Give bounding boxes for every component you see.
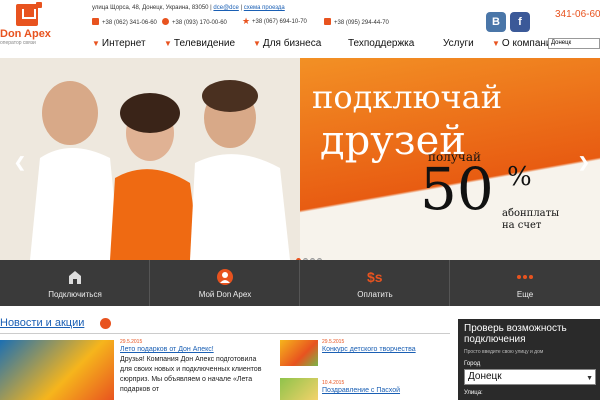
coverage-title: Проверь возможность подключения [464,323,567,345]
news-heading[interactable]: Новости и акции [0,317,84,329]
news-date: 29.5.2015 [322,339,345,345]
quick-actions: Подключиться Мой Don Apex $s Оплатить Ещ… [0,260,600,306]
facebook-icon[interactable]: f [510,12,530,32]
news-title[interactable]: Конкурс детского творчества [322,346,416,353]
street-label: Улица: [464,390,483,396]
menu-item-services[interactable]: Услуги [443,38,474,49]
email-link[interactable]: dce@dce [213,5,238,11]
news-image[interactable] [280,378,318,400]
banner-pagination [296,250,324,260]
banner-note: абонплаты на счет [502,208,560,231]
logo-dot-icon [36,2,42,8]
news-date: 10.4.2015 [322,380,345,386]
banner-next-arrow-icon[interactable]: ❯ [578,154,590,171]
arrow-down-icon: ▼ [492,39,500,48]
menu-item-tv[interactable]: ▼ Телевидение [164,38,235,49]
main-menu: ▼ Интернет ▼ Телевидение ▼ Для бизнеса Техп… [0,36,600,52]
menu-item-support[interactable]: Техподдержка [348,38,414,49]
header-phone[interactable]: 341-06-60 [555,9,600,20]
more-icon [517,275,533,279]
banner-percent: 50 [420,155,494,223]
action-my-account[interactable]: Мой Don Apex [150,260,300,306]
arrow-down-icon: ▼ [92,39,100,48]
life-icon [162,18,169,25]
news-image[interactable] [280,340,318,366]
header: Don Apex оператор связи улица Щорса, 48,… [0,0,600,58]
arrow-down-icon: ▼ [253,39,261,48]
news-image[interactable] [0,340,114,400]
banner-percent-sign: % [507,162,532,192]
user-icon [217,269,233,285]
phone-icon [92,18,99,25]
people-photo [0,58,300,260]
phone-item[interactable]: +38 (095) 294-44-70 [324,18,389,26]
banner-title-line1: подключай [312,78,503,116]
news-divider [0,333,450,334]
map-link[interactable]: схема проезда [244,5,285,11]
phone-number: +38 (095) 294-44-70 [334,20,389,26]
coverage-subtitle: Просто введите свою улицу и дом [464,349,544,355]
house-icon [69,271,81,284]
city-switch-select[interactable]: Донецк [548,38,600,49]
address-line: улица Щорса, 48, Донецк, Украина, 83050 … [92,5,285,11]
phone-item[interactable]: ★ +38 (067) 694-10-70 [242,16,307,26]
action-connect[interactable]: Подключиться [0,260,150,306]
page: Don Apex оператор связи улица Щорса, 48,… [0,0,600,400]
news-text: Друзья! Компания Дон Апекс подготовила д… [120,356,262,393]
phone-number: +38 (093) 170-00-60 [172,20,227,26]
svg-text:$s: $s [367,269,383,285]
menu-item-business[interactable]: ▼ Для бизнеса [253,38,321,49]
news-title[interactable]: Поздравление с Пасхой [322,387,400,394]
coverage-check-panel: Проверь возможность подключения Просто в… [458,319,600,400]
city-select[interactable]: Донецк [464,369,596,386]
news-date: 29.5.2015 [120,339,143,345]
vk-icon[interactable]: В [486,12,506,32]
mts-icon [324,18,331,25]
action-more[interactable]: Еще [450,260,600,306]
address-text: улица Щорса, 48, Донецк, Украина, 83050 [92,5,209,11]
logo-mark-icon [16,4,38,26]
money-icon: $s [367,269,383,285]
action-pay[interactable]: $s Оплатить [300,260,450,306]
phone-number: +38 (067) 694-10-70 [252,19,307,25]
rss-icon[interactable] [100,318,111,329]
phone-item[interactable]: +38 (093) 170-00-60 [162,18,227,26]
phone-number: +38 (062) 341-06-60 [102,20,157,26]
banner-prev-arrow-icon[interactable]: ❮ [14,154,26,171]
kyivstar-icon: ★ [242,16,251,26]
menu-item-about[interactable]: ▼О компании [492,38,548,49]
phone-item[interactable]: +38 (062) 341-06-60 [92,18,157,26]
arrow-down-icon: ▼ [164,39,172,48]
menu-item-internet[interactable]: ▼ Интернет [92,38,146,49]
city-label: Город [464,361,481,367]
news-title[interactable]: Лето подарков от Дон Апекс! [120,346,214,353]
